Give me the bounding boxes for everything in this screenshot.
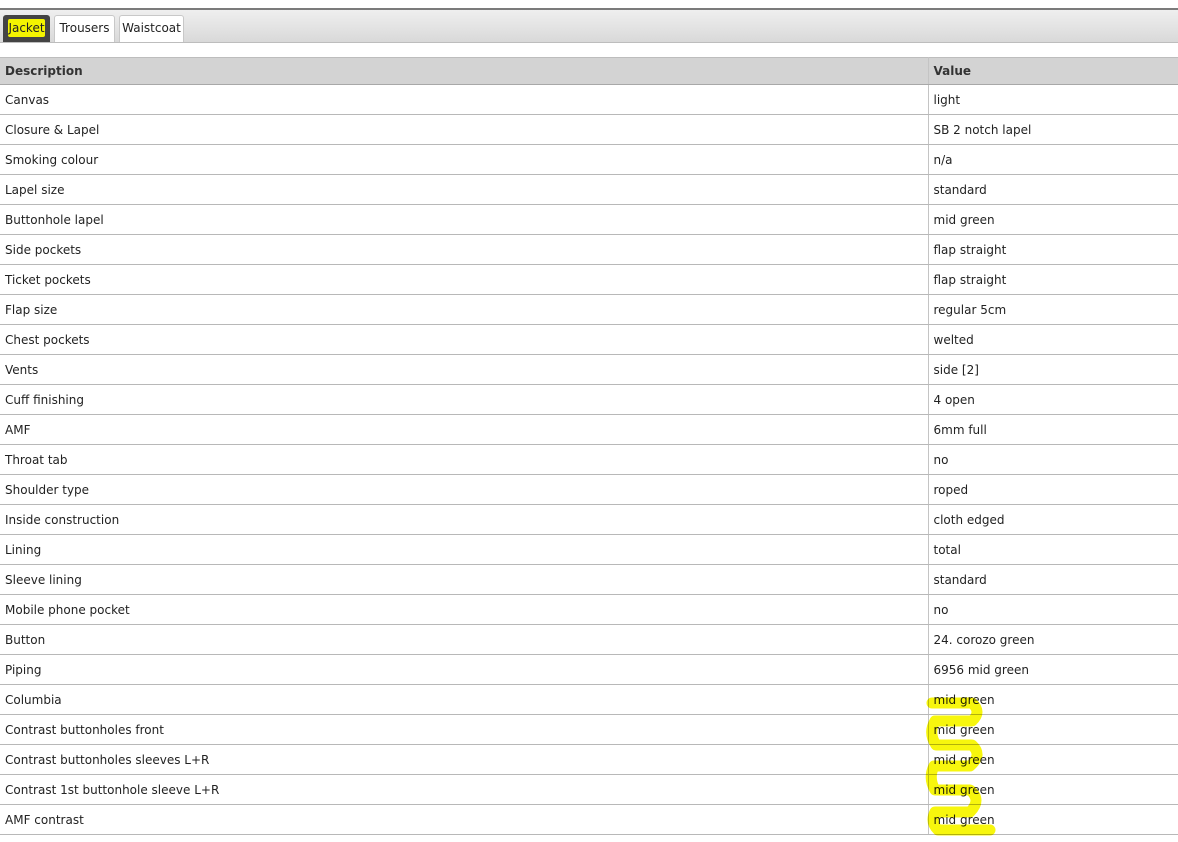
row-value: SB 2 notch lapel — [928, 114, 1178, 145]
row-value: no — [928, 444, 1178, 475]
table-row: Lining total — [0, 534, 1178, 565]
row-description: Piping — [0, 654, 929, 685]
row-value: total — [928, 534, 1178, 565]
row-description: Shoulder type — [0, 474, 929, 505]
jacket-details-table: Description Value Canvas light Closure & L… — [0, 57, 1178, 835]
row-description: Smoking colour — [0, 144, 929, 175]
row-value: 4 open — [928, 384, 1178, 415]
table-row: Mobile phone pocket no — [0, 594, 1178, 625]
table-row: Smoking colour n/a — [0, 144, 1178, 175]
table-row: Cuff finishing 4 open — [0, 384, 1178, 415]
row-value: mid green — [928, 804, 1178, 835]
row-value: mid green — [928, 744, 1178, 775]
row-description: Buttonhole lapel — [0, 204, 929, 235]
row-value: light — [928, 84, 1178, 115]
table-row: Ticket pockets flap straight — [0, 264, 1178, 295]
table-row: Piping 6956 mid green — [0, 654, 1178, 685]
row-value: cloth edged — [928, 504, 1178, 535]
table-row: Throat tab no — [0, 444, 1178, 475]
row-description: Closure & Lapel — [0, 114, 929, 145]
column-header-value: Value — [928, 57, 1178, 85]
row-description: Contrast buttonholes front — [0, 714, 929, 745]
section-header-rule — [0, 0, 1178, 10]
row-description: Throat tab — [0, 444, 929, 475]
table-row: Lapel size standard — [0, 174, 1178, 205]
table-row: Sleeve lining standard — [0, 564, 1178, 595]
row-value: mid green — [928, 774, 1178, 805]
row-description: Inside construction — [0, 504, 929, 535]
row-description: Mobile phone pocket — [0, 594, 929, 625]
row-value: standard — [928, 564, 1178, 595]
row-value: flap straight — [928, 264, 1178, 295]
row-value: mid green — [928, 204, 1178, 235]
row-description: Chest pockets — [0, 324, 929, 355]
row-value: 6mm full — [928, 414, 1178, 445]
table-row: Side pockets flap straight — [0, 234, 1178, 265]
table-row: Shoulder type roped — [0, 474, 1178, 505]
row-value: 24. corozo green — [928, 624, 1178, 655]
row-description: Contrast buttonholes sleeves L+R — [0, 744, 929, 775]
row-description: Contrast 1st buttonhole sleeve L+R — [0, 774, 929, 805]
row-description: Lining — [0, 534, 929, 565]
row-value: welted — [928, 324, 1178, 355]
row-description: Canvas — [0, 84, 929, 115]
table-row: AMF 6mm full — [0, 414, 1178, 445]
tab-waistcoat[interactable]: Waistcoat — [119, 15, 184, 42]
tab-trousers-label: Trousers — [59, 21, 110, 35]
row-description: Flap size — [0, 294, 929, 325]
row-description: Columbia — [0, 684, 929, 715]
table-row: Buttonhole lapel mid green — [0, 204, 1178, 235]
row-description: Ticket pockets — [0, 264, 929, 295]
row-value: mid green — [928, 714, 1178, 745]
table-row: Columbia mid green — [0, 684, 1178, 715]
row-description: AMF contrast — [0, 804, 929, 835]
table-row: Button 24. corozo green — [0, 624, 1178, 655]
table-row: Inside construction cloth edged — [0, 504, 1178, 535]
tab-waistcoat-label: Waistcoat — [122, 21, 181, 35]
row-description: Sleeve lining — [0, 564, 929, 595]
table-body: Canvas light Closure & Lapel SB 2 notch lap… — [0, 84, 1178, 835]
table-row: Contrast 1st buttonhole sleeve L+R mid gr… — [0, 774, 1178, 805]
row-value: no — [928, 594, 1178, 625]
row-description: AMF — [0, 414, 929, 445]
table-row: Vents side [2] — [0, 354, 1178, 385]
column-header-description: Description — [0, 57, 929, 85]
row-value: roped — [928, 474, 1178, 505]
row-description: Side pockets — [0, 234, 929, 265]
row-description: Lapel size — [0, 174, 929, 205]
table-row: Closure & Lapel SB 2 notch lapel — [0, 114, 1178, 145]
row-value: flap straight — [928, 234, 1178, 265]
table-row: Flap size regular 5cm — [0, 294, 1178, 325]
table-row: Contrast buttonholes front mid green — [0, 714, 1178, 745]
tab-jacket-label: Jacket — [8, 19, 45, 37]
row-description: Cuff finishing — [0, 384, 929, 415]
table-row: AMF contrast mid green — [0, 804, 1178, 835]
table-header-row: Description Value — [0, 57, 1178, 85]
table-row: Canvas light — [0, 84, 1178, 115]
tab-bar: Jacket Trousers Waistcoat — [0, 10, 1178, 43]
table-row: Contrast buttonholes sleeves L+R mid gree… — [0, 744, 1178, 775]
row-value: n/a — [928, 144, 1178, 175]
row-value: regular 5cm — [928, 294, 1178, 325]
tab-jacket[interactable]: Jacket — [3, 15, 50, 42]
row-value: 6956 mid green — [928, 654, 1178, 685]
row-value: mid green — [928, 684, 1178, 715]
table-row: Chest pockets welted — [0, 324, 1178, 355]
tab-trousers[interactable]: Trousers — [54, 15, 115, 42]
row-description: Vents — [0, 354, 929, 385]
row-value: side [2] — [928, 354, 1178, 385]
row-value: standard — [928, 174, 1178, 205]
row-description: Button — [0, 624, 929, 655]
